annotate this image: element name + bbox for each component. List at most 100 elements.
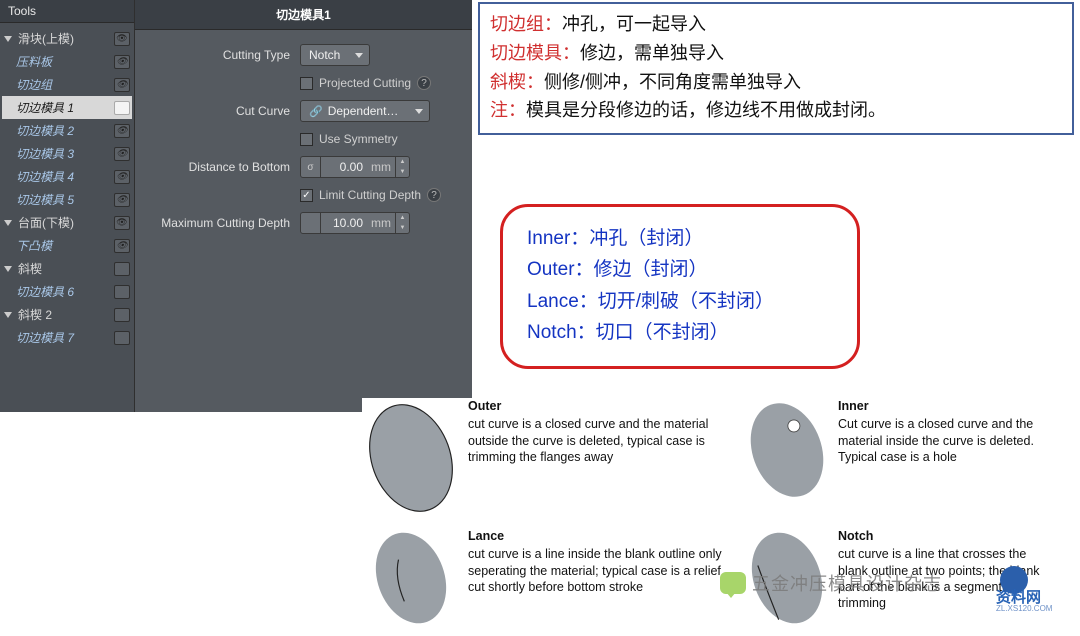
visibility-toggle-icon[interactable]: 👁 bbox=[114, 170, 130, 184]
input-max-cutting-depth[interactable]: 10.00 mm ▲▼ bbox=[300, 212, 410, 234]
visibility-toggle-icon[interactable] bbox=[114, 285, 130, 299]
tree-item-cut-die-4[interactable]: 切边模具 4 👁 bbox=[2, 165, 132, 188]
tree-item-cut-die-3[interactable]: 切边模具 3 👁 bbox=[2, 142, 132, 165]
legend-row: Lance：切开/刺破（不封闭） bbox=[527, 286, 833, 317]
tree-item-pressure-plate[interactable]: 压料板 👁 bbox=[2, 50, 132, 73]
visibility-toggle-icon[interactable] bbox=[114, 331, 130, 345]
label-max-cutting-depth: Maximum Cutting Depth bbox=[145, 216, 300, 230]
illus-desc: cut curve is a line that crosses the bla… bbox=[838, 546, 1059, 611]
checkbox-limit-cutting-depth[interactable] bbox=[300, 189, 313, 202]
visibility-toggle-icon[interactable]: 👁 bbox=[114, 193, 130, 207]
tree-label: 压料板 bbox=[16, 53, 110, 70]
row-cut-curve: Cut Curve 🔗 Dependent… bbox=[145, 100, 462, 122]
visibility-toggle-icon[interactable]: 👁 bbox=[114, 32, 130, 46]
chevron-down-icon[interactable] bbox=[4, 36, 12, 42]
illus-lance: Lance cut curve is a line inside the bla… bbox=[362, 528, 732, 628]
note-row: 切边组：冲孔，可一起导入 bbox=[490, 10, 1062, 39]
tree-root-cam1[interactable]: 斜楔 bbox=[2, 257, 132, 280]
visibility-toggle-icon[interactable] bbox=[114, 308, 130, 322]
legend-value: 冲孔（封闭） bbox=[589, 228, 703, 249]
numeric-value: 10.00 bbox=[321, 216, 367, 230]
tree-item-cut-group[interactable]: 切边组 👁 bbox=[2, 73, 132, 96]
legend-value: 切开/刺破（不封闭） bbox=[598, 291, 774, 312]
label-cut-curve: Cut Curve bbox=[145, 104, 300, 118]
lock-icon[interactable]: σ bbox=[301, 157, 321, 177]
lock-icon[interactable] bbox=[301, 213, 321, 233]
tree-label: 切边模具 2 bbox=[16, 122, 110, 139]
note-body: 模具是分段修边的话，修边线不用做成封闭。 bbox=[526, 100, 886, 120]
unit-label: mm bbox=[367, 216, 395, 230]
visibility-toggle-icon[interactable]: 👁 bbox=[114, 124, 130, 138]
tree-item-cut-die-5[interactable]: 切边模具 5 👁 bbox=[2, 188, 132, 211]
input-distance-to-bottom[interactable]: σ 0.00 mm ▲▼ bbox=[300, 156, 410, 178]
info-icon[interactable]: ? bbox=[417, 76, 431, 90]
dropdown-value: Notch bbox=[309, 48, 340, 62]
tree-label: 切边模具 7 bbox=[16, 329, 110, 346]
visibility-toggle-icon[interactable]: 👁 bbox=[114, 147, 130, 161]
tools-column: Tools 滑块(上模) 👁 压料板 👁 切边组 👁 切边模具 1 切边模具 2 bbox=[0, 0, 135, 412]
illus-title: Outer bbox=[468, 398, 732, 414]
properties-title: 切边模具1 bbox=[135, 0, 472, 30]
legend-row: Notch：切口（不封闭） bbox=[527, 317, 833, 348]
note-key: 切边组： bbox=[490, 14, 562, 34]
legend-key: Lance： bbox=[527, 291, 598, 312]
note-key: 切边模具： bbox=[490, 43, 580, 63]
tree-item-cut-die-1[interactable]: 切边模具 1 bbox=[2, 96, 132, 119]
tree-item-lower-punch[interactable]: 下凸模 👁 bbox=[2, 234, 132, 257]
ellipse-inner-icon bbox=[744, 398, 830, 502]
dropdown-cutting-type[interactable]: Notch bbox=[300, 44, 370, 66]
legend-value: 切口（不封闭） bbox=[596, 322, 729, 343]
label-distance-to-bottom: Distance to Bottom bbox=[145, 160, 300, 174]
info-icon[interactable]: ? bbox=[427, 188, 441, 202]
visibility-toggle-icon[interactable]: 👁 bbox=[114, 78, 130, 92]
tree-label: 切边模具 5 bbox=[16, 191, 110, 208]
ellipse-notch-icon bbox=[744, 528, 830, 628]
row-use-symmetry: Use Symmetry bbox=[145, 132, 462, 146]
illus-inner: Inner Cut curve is a closed curve and th… bbox=[744, 398, 1059, 518]
spinner-icon[interactable]: ▲▼ bbox=[395, 157, 409, 177]
tree-label: 台面(下模) bbox=[18, 214, 110, 231]
note-row: 注：模具是分段修边的话，修边线不用做成封闭。 bbox=[490, 96, 1062, 125]
tools-header: Tools bbox=[0, 0, 134, 23]
tree-item-cut-die-2[interactable]: 切边模具 2 👁 bbox=[2, 119, 132, 142]
checkbox-projected-cutting[interactable] bbox=[300, 77, 313, 90]
tree-item-cut-die-7[interactable]: 切边模具 7 bbox=[2, 326, 132, 349]
tree-root-upper-slider[interactable]: 滑块(上模) 👁 bbox=[2, 27, 132, 50]
spinner-icon[interactable]: ▲▼ bbox=[395, 213, 409, 233]
illus-outer: Outer cut curve is a closed curve and th… bbox=[362, 398, 732, 518]
top-notes-box: 切边组：冲孔，可一起导入 切边模具：修边，需单独导入 斜楔：侧修/侧冲，不同角度… bbox=[478, 2, 1074, 135]
row-max-cutting-depth: Maximum Cutting Depth 10.00 mm ▲▼ bbox=[145, 212, 462, 234]
visibility-toggle-icon[interactable]: 👁 bbox=[114, 216, 130, 230]
unit-label: mm bbox=[367, 160, 395, 174]
chevron-down-icon[interactable] bbox=[4, 312, 12, 318]
visibility-toggle-icon[interactable]: 👁 bbox=[114, 55, 130, 69]
tree-label: 切边组 bbox=[16, 76, 110, 93]
tree-label: 切边模具 4 bbox=[16, 168, 110, 185]
dropdown-value: Dependent… bbox=[328, 104, 399, 118]
tree-root-cam2[interactable]: 斜楔 2 bbox=[2, 303, 132, 326]
tree-root-lower-table[interactable]: 台面(下模) 👁 bbox=[2, 211, 132, 234]
chevron-down-icon[interactable] bbox=[4, 220, 12, 226]
illus-desc: cut curve is a line inside the blank out… bbox=[468, 546, 732, 595]
tree-label: 滑块(上模) bbox=[18, 30, 110, 47]
label-cutting-type: Cutting Type bbox=[145, 48, 300, 62]
red-legend-box: Inner：冲孔（封闭） Outer：修边（封闭） Lance：切开/刺破（不封… bbox=[500, 204, 860, 369]
chevron-down-icon[interactable] bbox=[4, 266, 12, 272]
illus-desc: Cut curve is a closed curve and the mate… bbox=[838, 416, 1059, 465]
tree-label: 斜楔 2 bbox=[18, 306, 110, 323]
link-icon: 🔗 bbox=[309, 105, 323, 118]
illus-title: Lance bbox=[468, 528, 732, 544]
note-row: 切边模具：修边，需单独导入 bbox=[490, 39, 1062, 68]
visibility-toggle-icon[interactable] bbox=[114, 262, 130, 276]
note-key: 斜楔： bbox=[490, 72, 544, 92]
row-distance-to-bottom: Distance to Bottom σ 0.00 mm ▲▼ bbox=[145, 156, 462, 178]
dropdown-cut-curve[interactable]: 🔗 Dependent… bbox=[300, 100, 430, 122]
visibility-toggle-icon[interactable]: 👁 bbox=[114, 239, 130, 253]
tree-item-cut-die-6[interactable]: 切边模具 6 bbox=[2, 280, 132, 303]
illus-notch: Notch cut curve is a line that crosses t… bbox=[744, 528, 1059, 628]
checkbox-use-symmetry[interactable] bbox=[300, 133, 313, 146]
numeric-value: 0.00 bbox=[321, 160, 367, 174]
illus-outer-text: Outer cut curve is a closed curve and th… bbox=[468, 398, 732, 465]
selection-box-icon[interactable] bbox=[114, 101, 130, 115]
legend-key: Outer： bbox=[527, 259, 594, 280]
